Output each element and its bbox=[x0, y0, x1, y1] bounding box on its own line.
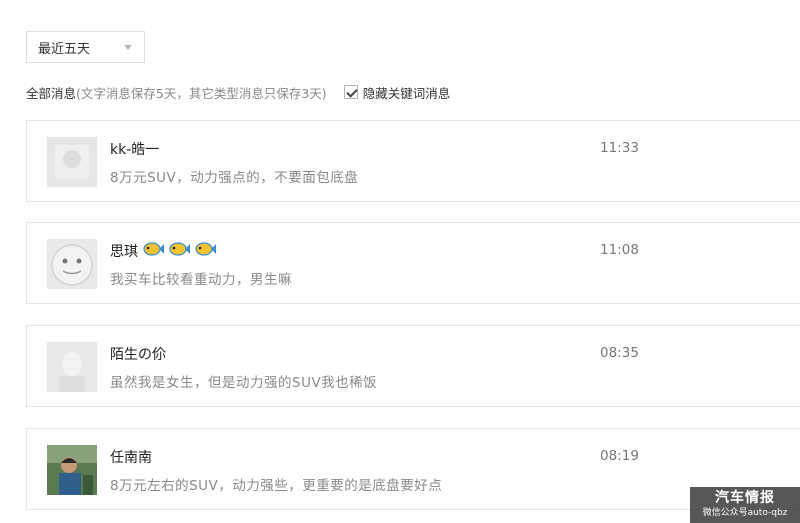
sender-name[interactable]: kk-皓一 bbox=[110, 139, 159, 159]
fish-emoji-icon bbox=[168, 241, 190, 261]
message-time: 08:19 bbox=[600, 448, 639, 464]
hide-keyword-toggle[interactable]: 隐藏关键词消息 bbox=[343, 83, 451, 102]
chevron-down-icon[interactable] bbox=[124, 45, 132, 50]
message-card[interactable]: kk-皓一 8万元SUV，动力强点的，不要面包底盘 11:33 bbox=[26, 120, 800, 202]
message-page: 最近五天 全部消息 (文字消息保存5天，其它类型消息只保存3天) 隐藏关键词消息… bbox=[0, 0, 800, 523]
watermark-title: 汽车情报 bbox=[715, 490, 775, 506]
date-range-value: 最近五天 bbox=[38, 41, 91, 57]
sender-name[interactable]: 任南南 bbox=[110, 447, 152, 467]
message-text: 虽然我是女生，但是动力强的SUV我也稀饭 bbox=[110, 375, 378, 391]
message-text: 8万元左右的SUV，动力强些，更重要的是底盘要好点 bbox=[110, 478, 443, 494]
date-range-select[interactable]: 最近五天 bbox=[26, 31, 145, 63]
watermark: 汽车情报 微信公众号auto-qbz bbox=[690, 487, 800, 523]
sender-name[interactable]: 陌生の伱 bbox=[110, 344, 166, 364]
fish-emoji-icon bbox=[194, 241, 216, 261]
blurred-avatar-icon[interactable] bbox=[47, 342, 97, 392]
watermark-subtitle: 微信公众号auto-qbz bbox=[702, 508, 788, 518]
sender-name[interactable]: 思琪 bbox=[110, 241, 216, 261]
all-messages-title: 全部消息 bbox=[26, 85, 77, 101]
hide-keyword-checkbox[interactable] bbox=[343, 85, 358, 99]
cartoon-face-avatar-icon[interactable] bbox=[47, 239, 97, 289]
message-time: 11:08 bbox=[600, 242, 639, 258]
retention-note: (文字消息保存5天，其它类型消息只保存3天) bbox=[76, 85, 327, 101]
hide-keyword-label: 隐藏关键词消息 bbox=[362, 85, 451, 101]
message-card[interactable]: 思琪 我买车比较看重动力，男生嘛 11:08 bbox=[26, 222, 800, 304]
fish-emoji-icon bbox=[142, 241, 164, 261]
message-text: 我买车比较看重动力，男生嘛 bbox=[110, 272, 292, 288]
blurred-avatar-icon[interactable] bbox=[47, 137, 97, 187]
photo-avatar-icon[interactable] bbox=[47, 445, 97, 495]
message-time: 11:33 bbox=[600, 140, 639, 156]
message-filter-row: 全部消息 (文字消息保存5天，其它类型消息只保存3天) 隐藏关键词消息 bbox=[26, 83, 450, 101]
message-text: 8万元SUV，动力强点的，不要面包底盘 bbox=[110, 170, 359, 186]
message-card[interactable]: 陌生の伱 虽然我是女生，但是动力强的SUV我也稀饭 08:35 bbox=[26, 325, 800, 407]
message-time: 08:35 bbox=[600, 345, 639, 361]
message-card[interactable]: 任南南 8万元左右的SUV，动力强些，更重要的是底盘要好点 08:19 bbox=[26, 428, 800, 510]
